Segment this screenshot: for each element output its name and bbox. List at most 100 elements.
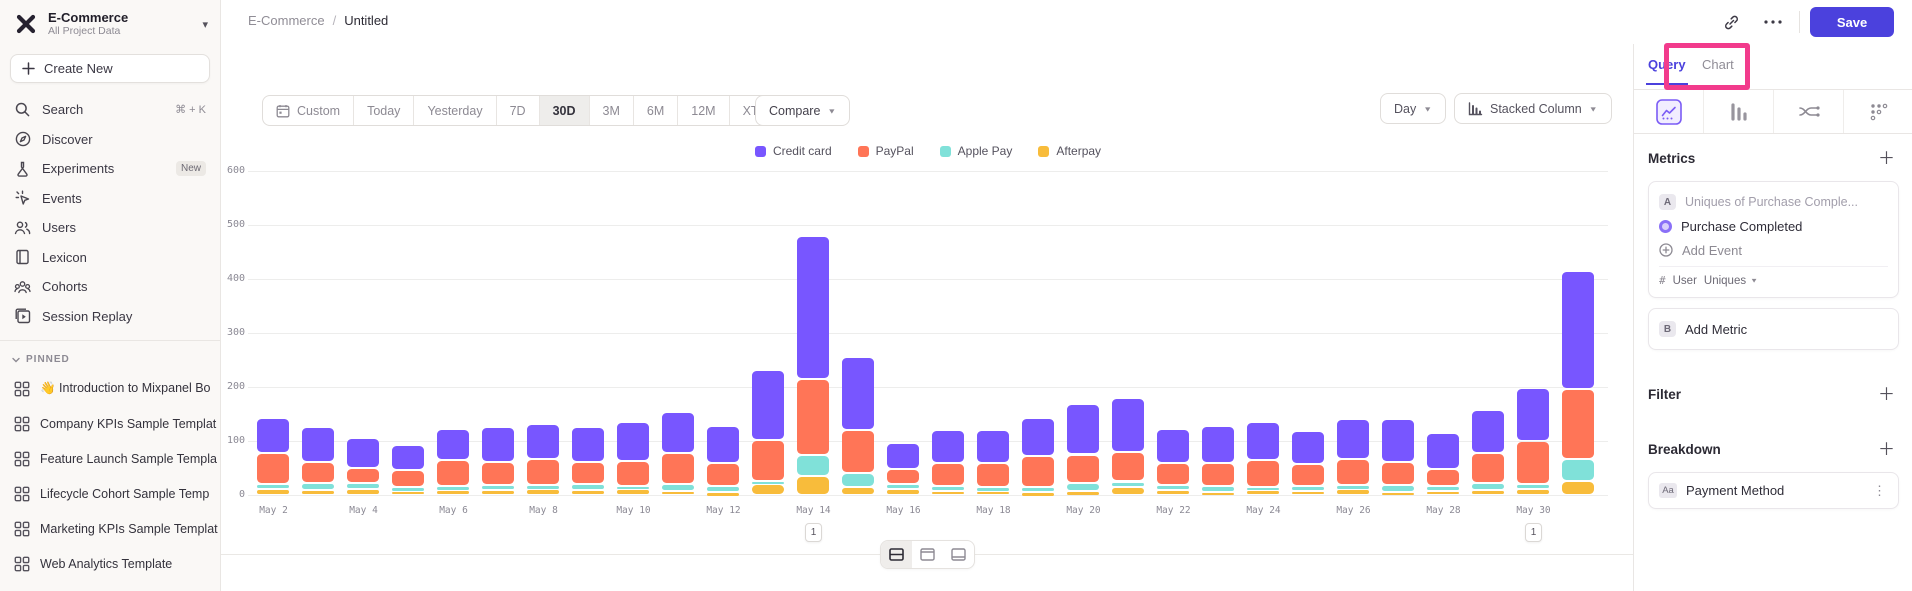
bar-segment-paypal[interactable] xyxy=(1112,453,1144,481)
bar-segment-credit-card[interactable] xyxy=(527,425,559,459)
tab-insights[interactable] xyxy=(1634,90,1704,133)
bar-segment-credit-card[interactable] xyxy=(392,446,424,469)
bar-segment-afterpay[interactable] xyxy=(662,492,694,495)
tab-chart[interactable]: Chart xyxy=(1702,57,1734,72)
bar-segment-apple-pay[interactable] xyxy=(437,487,469,490)
bar-segment-afterpay[interactable] xyxy=(707,493,739,496)
bar-segment-credit-card[interactable] xyxy=(1472,411,1504,452)
bar-segment-paypal[interactable] xyxy=(1427,470,1459,485)
bar-segment-afterpay[interactable] xyxy=(257,490,289,494)
bar-segment-apple-pay[interactable] xyxy=(842,474,874,486)
metric-name-row[interactable]: A Uniques of Purchase Comple... xyxy=(1659,190,1888,214)
bar-segment-credit-card[interactable] xyxy=(1562,272,1594,388)
bar-may-12[interactable] xyxy=(701,44,746,495)
bar-segment-afterpay[interactable] xyxy=(1157,491,1189,494)
bar-segment-credit-card[interactable] xyxy=(707,427,739,462)
bar-may-7[interactable] xyxy=(476,44,521,495)
bar-segment-credit-card[interactable] xyxy=(347,439,379,467)
sidebar-item-cohorts[interactable]: Cohorts xyxy=(0,272,220,302)
bar-may-13[interactable] xyxy=(746,44,791,495)
bar-segment-paypal[interactable] xyxy=(1022,457,1054,486)
bar-segment-afterpay[interactable] xyxy=(1472,491,1504,494)
bar-segment-afterpay[interactable] xyxy=(527,490,559,494)
bar-segment-apple-pay[interactable] xyxy=(1517,485,1549,488)
bar-segment-afterpay[interactable] xyxy=(1517,490,1549,494)
bar-segment-apple-pay[interactable] xyxy=(1427,487,1459,490)
bar-segment-paypal[interactable] xyxy=(1067,456,1099,483)
bar-segment-paypal[interactable] xyxy=(302,463,334,482)
pinned-board-item[interactable]: Feature Launch Sample Templa xyxy=(0,441,220,476)
sidebar-item-search[interactable]: Search⌘ + K xyxy=(0,95,220,125)
bar-segment-credit-card[interactable] xyxy=(572,428,604,461)
bar-segment-apple-pay[interactable] xyxy=(392,488,424,491)
bar-segment-paypal[interactable] xyxy=(482,463,514,485)
add-event-row[interactable]: Add Event xyxy=(1659,238,1888,262)
bar-segment-apple-pay[interactable] xyxy=(1157,486,1189,489)
add-metric-plus-button[interactable]: ＋ xyxy=(1874,148,1899,169)
bar-segment-afterpay[interactable] xyxy=(797,477,829,494)
bar-segment-afterpay[interactable] xyxy=(1427,492,1459,495)
sidebar-item-discover[interactable]: Discover xyxy=(0,125,220,155)
bar-segment-credit-card[interactable] xyxy=(1382,420,1414,461)
bar-may-6[interactable] xyxy=(431,44,476,495)
bar-segment-credit-card[interactable] xyxy=(752,371,784,439)
bar-may-8[interactable] xyxy=(521,44,566,495)
bar-segment-afterpay[interactable] xyxy=(1292,492,1324,495)
bar-segment-afterpay[interactable] xyxy=(1337,490,1369,494)
bar-segment-apple-pay[interactable] xyxy=(527,486,559,489)
bar-may-10[interactable] xyxy=(611,44,656,495)
bar-segment-afterpay[interactable] xyxy=(392,492,424,495)
bar-may-18[interactable] xyxy=(971,44,1016,495)
bar-segment-paypal[interactable] xyxy=(617,462,649,485)
bar-segment-credit-card[interactable] xyxy=(1517,389,1549,440)
create-new-button[interactable]: Create New xyxy=(10,54,210,83)
layout-split-view-button[interactable] xyxy=(881,541,912,568)
bar-may-28[interactable] xyxy=(1421,44,1466,495)
bar-may-19[interactable] xyxy=(1016,44,1061,495)
bar-segment-paypal[interactable] xyxy=(977,464,1009,487)
bar-may-17[interactable] xyxy=(926,44,971,495)
bar-segment-paypal[interactable] xyxy=(527,460,559,484)
bar-segment-apple-pay[interactable] xyxy=(1562,460,1594,480)
add-filter-plus-button[interactable]: ＋ xyxy=(1874,384,1899,405)
bar-segment-credit-card[interactable] xyxy=(662,413,694,452)
bar-segment-paypal[interactable] xyxy=(1517,442,1549,483)
pinned-section-header[interactable]: PINNED xyxy=(0,341,220,371)
pinned-board-item[interactable]: 👋 Introduction to Mixpanel Bo xyxy=(0,371,220,406)
layout-chart-only-button[interactable] xyxy=(912,541,943,568)
bar-segment-paypal[interactable] xyxy=(797,380,829,454)
annotation-badge[interactable]: 1 xyxy=(805,523,822,542)
bar-segment-paypal[interactable] xyxy=(1292,465,1324,486)
bar-segment-apple-pay[interactable] xyxy=(1067,484,1099,490)
copy-link-button[interactable] xyxy=(1715,6,1747,38)
annotation-badge[interactable]: 1 xyxy=(1525,523,1542,542)
sidebar-item-users[interactable]: Users xyxy=(0,213,220,243)
bar-may-3[interactable] xyxy=(296,44,341,495)
bar-may-15[interactable] xyxy=(836,44,881,495)
bar-segment-afterpay[interactable] xyxy=(1247,491,1279,494)
bar-segment-afterpay[interactable] xyxy=(347,490,379,494)
bar-segment-afterpay[interactable] xyxy=(1112,488,1144,494)
more-options-button[interactable] xyxy=(1757,6,1789,38)
bar-segment-afterpay[interactable] xyxy=(1022,493,1054,496)
bar-may-14[interactable] xyxy=(791,44,836,495)
bar-segment-paypal[interactable] xyxy=(1472,454,1504,482)
bar-segment-credit-card[interactable] xyxy=(1022,419,1054,455)
bar-segment-paypal[interactable] xyxy=(842,431,874,472)
bar-segment-credit-card[interactable] xyxy=(887,444,919,468)
bar-segment-apple-pay[interactable] xyxy=(1472,484,1504,488)
bar-segment-paypal[interactable] xyxy=(1202,464,1234,486)
bar-segment-afterpay[interactable] xyxy=(1067,492,1099,495)
bar-segment-credit-card[interactable] xyxy=(1157,430,1189,462)
bar-may-22[interactable] xyxy=(1151,44,1196,495)
bar-segment-paypal[interactable] xyxy=(572,463,604,484)
bar-segment-credit-card[interactable] xyxy=(1112,399,1144,451)
bar-may-31[interactable] xyxy=(1556,44,1601,495)
bar-segment-paypal[interactable] xyxy=(347,469,379,482)
bar-segment-afterpay[interactable] xyxy=(977,492,1009,495)
bar-segment-paypal[interactable] xyxy=(257,454,289,483)
breadcrumb-page-title[interactable]: Untitled xyxy=(344,13,388,28)
sidebar-item-experiments[interactable]: ExperimentsNew xyxy=(0,154,220,184)
bar-may-25[interactable] xyxy=(1286,44,1331,495)
bar-may-9[interactable] xyxy=(566,44,611,495)
